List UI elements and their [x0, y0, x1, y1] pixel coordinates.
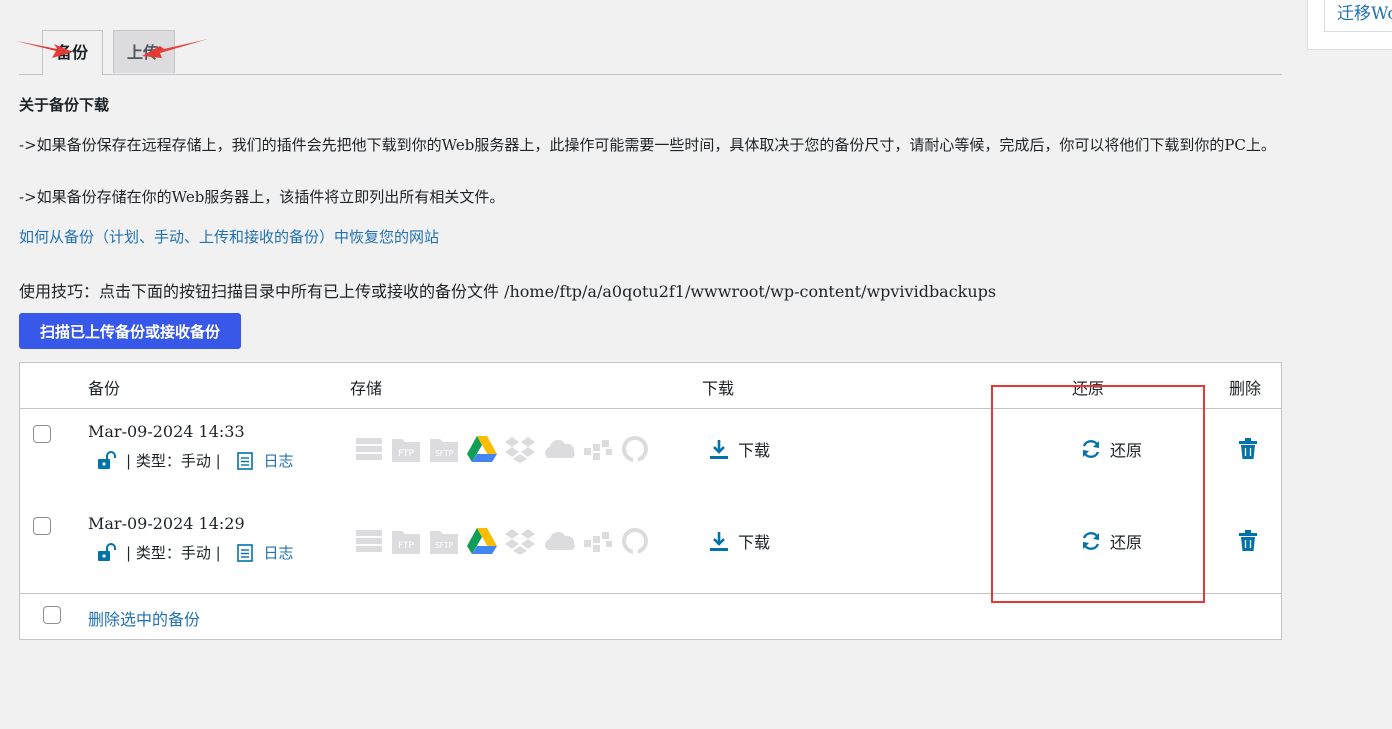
- google-drive-icon: [467, 436, 497, 462]
- storage-icons: FTP SFTP: [354, 434, 650, 464]
- sftp-icon: SFTP: [430, 531, 458, 554]
- restore-button[interactable]: 还原: [1080, 437, 1142, 461]
- unlock-icon[interactable]: [96, 543, 116, 565]
- side-panel: 迁移Wo: [1307, 0, 1392, 50]
- about-paragraph-local: ->如果备份存储在你的Web服务器上，该插件将立即列出所有相关文件。: [19, 188, 505, 206]
- delete-icon[interactable]: [1238, 530, 1258, 556]
- storage-icons: FTP SFTP: [354, 526, 650, 556]
- header-restore: 还原: [1072, 379, 1105, 398]
- usage-tip: 使用技巧：点击下面的按钮扫描目录中所有已上传或接收的备份文件 /home/ftp…: [19, 282, 997, 301]
- delete-icon[interactable]: [1238, 438, 1258, 464]
- header-backup: 备份: [88, 379, 121, 398]
- backup-type: | 类型：手动 |: [126, 544, 221, 562]
- download-label: 下载: [738, 533, 771, 552]
- header-delete: 删除: [1229, 379, 1262, 398]
- row-checkbox[interactable]: [33, 517, 51, 535]
- select-all-checkbox[interactable]: [43, 606, 61, 624]
- download-icon: [710, 440, 728, 459]
- download-button[interactable]: 下载: [708, 529, 770, 553]
- onedrive-icon: [545, 531, 575, 550]
- table-row: Mar-09-2024 14:33 | 类型：手动 | 日志 FTP SFTP …: [20, 409, 1281, 501]
- tab-bar: 备份 上传: [19, 30, 1282, 75]
- table-footer: 删除选中的备份: [20, 593, 1281, 641]
- unlock-icon[interactable]: [96, 451, 116, 473]
- dropbox-icon: [505, 437, 535, 463]
- delete-selected-link[interactable]: 删除选中的备份: [88, 606, 200, 630]
- wasabi-icon: [622, 528, 648, 555]
- backup-table: 备份 存储 下载 还原 删除 Mar-09-2024 14:33 | 类型：手动…: [19, 362, 1282, 640]
- log-link[interactable]: 日志: [263, 452, 293, 470]
- svg-text:SFTP: SFTP: [435, 449, 454, 458]
- s3-icon: [584, 440, 612, 460]
- restore-button[interactable]: 还原: [1080, 529, 1142, 553]
- table-row: Mar-09-2024 14:29 | 类型：手动 | 日志 FTP SFTP …: [20, 501, 1281, 593]
- download-icon: [710, 532, 728, 551]
- restore-label: 还原: [1110, 533, 1143, 552]
- onedrive-icon: [545, 439, 575, 458]
- about-heading: 关于备份下载: [19, 96, 110, 114]
- side-panel-inner: 迁移Wo: [1324, 0, 1392, 32]
- server-icon: [356, 438, 382, 460]
- backup-type: | 类型：手动 |: [126, 452, 221, 470]
- svg-text:FTP: FTP: [398, 449, 415, 459]
- refresh-icon: [1082, 532, 1100, 550]
- table-header: 备份 存储 下载 还原 删除: [20, 363, 1281, 409]
- header-download: 下载: [702, 379, 735, 398]
- google-drive-icon: [467, 528, 497, 554]
- wasabi-icon: [622, 436, 648, 463]
- dropbox-icon: [505, 529, 535, 555]
- backup-meta: | 类型：手动 | 日志: [88, 450, 293, 474]
- download-label: 下载: [738, 441, 771, 460]
- log-icon[interactable]: [237, 544, 254, 566]
- ftp-icon: FTP: [392, 439, 420, 462]
- about-paragraph-remote: ->如果备份保存在远程存储上，我们的插件会先把他下载到你的Web服务器上，此操作…: [19, 136, 1276, 154]
- backup-date: Mar-09-2024 14:29: [88, 514, 245, 533]
- log-link[interactable]: 日志: [263, 544, 293, 562]
- row-checkbox[interactable]: [33, 425, 51, 443]
- s3-icon: [584, 532, 612, 552]
- restore-howto-link[interactable]: 如何从备份（计划、手动、上传和接收的备份）中恢复您的网站: [19, 226, 439, 247]
- tab-backup[interactable]: 备份: [42, 30, 103, 75]
- svg-text:SFTP: SFTP: [435, 541, 454, 550]
- ftp-icon: FTP: [392, 531, 420, 554]
- header-storage: 存储: [350, 379, 383, 398]
- server-icon: [356, 530, 382, 552]
- restore-label: 还原: [1110, 441, 1143, 460]
- backup-date: Mar-09-2024 14:33: [88, 422, 245, 441]
- migrate-link[interactable]: 迁移Wo: [1337, 0, 1392, 24]
- tab-upload[interactable]: 上传: [113, 30, 175, 73]
- backup-meta: | 类型：手动 | 日志: [88, 542, 293, 566]
- scan-backups-button[interactable]: 扫描已上传备份或接收备份: [19, 313, 241, 349]
- svg-text:FTP: FTP: [398, 541, 415, 551]
- refresh-icon: [1082, 440, 1100, 458]
- sftp-icon: SFTP: [430, 439, 458, 462]
- download-button[interactable]: 下载: [708, 437, 770, 461]
- log-icon[interactable]: [237, 452, 254, 474]
